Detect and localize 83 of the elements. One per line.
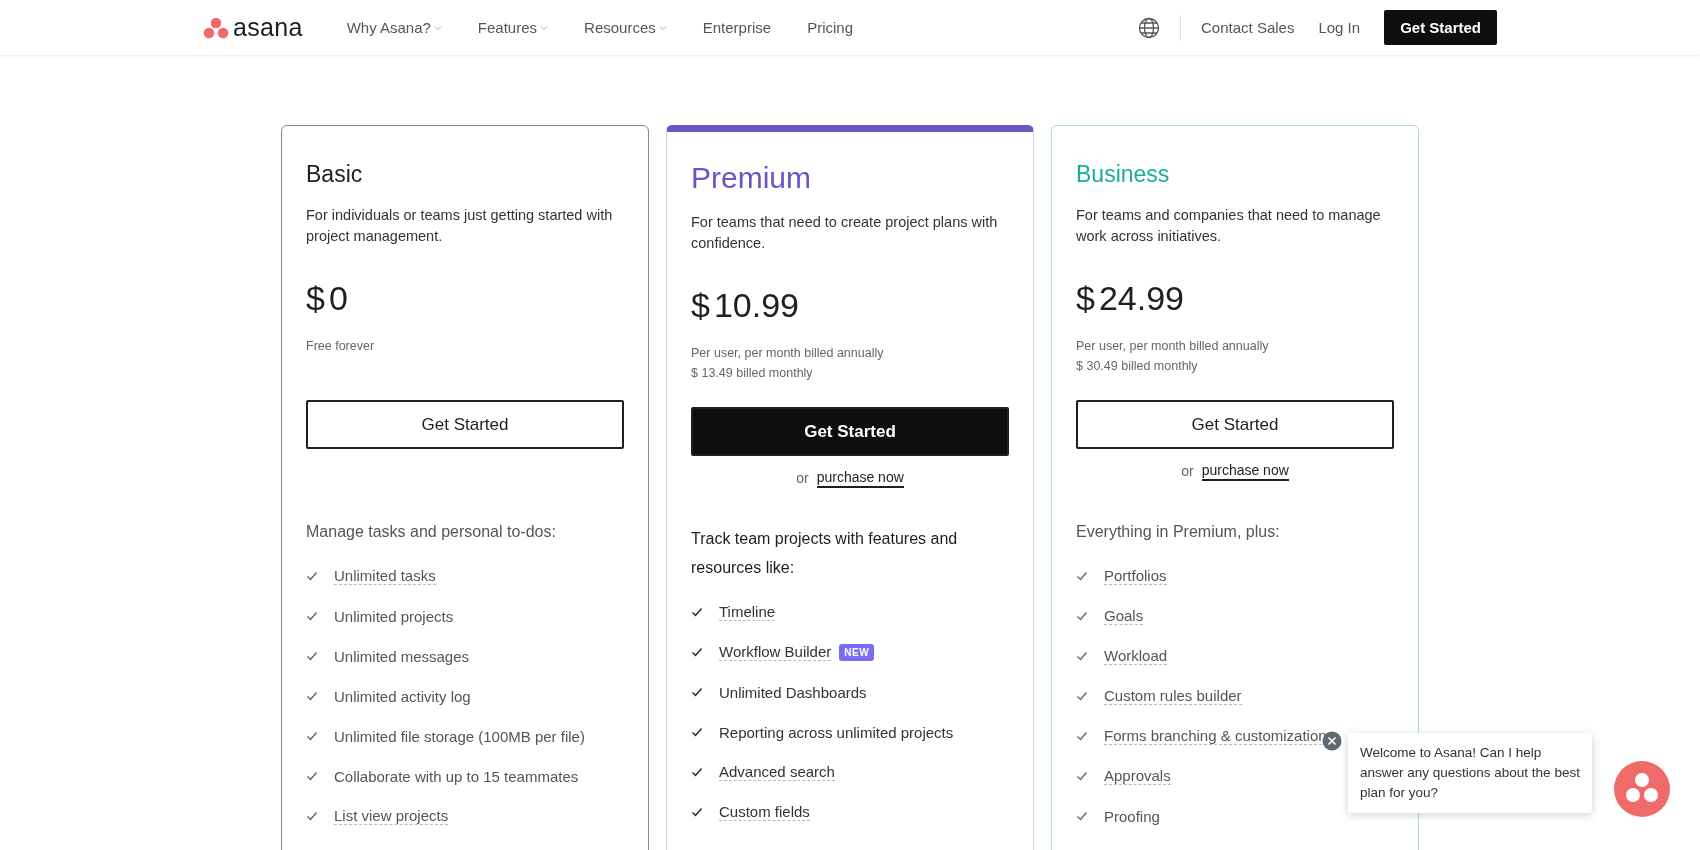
plan-description: For teams and companies that need to manage work across initiatives.	[1076, 206, 1382, 246]
feature-item[interactable]: Timeline	[719, 603, 776, 621]
check-icon	[691, 607, 703, 617]
logo-icon	[203, 16, 229, 39]
currency-symbol: $	[306, 279, 325, 318]
globe-icon[interactable]	[1138, 16, 1161, 39]
check-icon	[1076, 651, 1088, 661]
currency-symbol: $	[1076, 279, 1095, 318]
feature-item[interactable]: List view projects	[334, 807, 449, 825]
check-icon	[306, 691, 318, 701]
features-heading: Manage tasks and personal to-dos:	[306, 522, 557, 542]
logo-text[interactable]: asana	[233, 13, 303, 42]
header-link[interactable]: Log In	[1318, 19, 1361, 36]
feature-item[interactable]: Approvals	[1104, 767, 1171, 785]
feature-item[interactable]: Custom rules builder	[1104, 687, 1242, 705]
purchase-now-link[interactable]: purchase now	[816, 468, 904, 488]
feature-item: Unlimited projects	[334, 607, 454, 625]
feature-item: Unlimited messages	[334, 647, 470, 665]
chat-launcher-icon[interactable]	[1612, 759, 1672, 819]
caret-icon	[658, 24, 667, 31]
feature-item[interactable]: Portfolios	[1104, 567, 1167, 585]
plan-description: For teams that need to create project plans with confidence.	[691, 213, 999, 253]
get-started-button[interactable]: Get Started	[691, 407, 1009, 456]
feature-item[interactable]: Workflow Builder	[719, 643, 832, 661]
get-started-button[interactable]: Get Started	[1384, 10, 1497, 45]
plan-title: Basic	[306, 161, 363, 187]
feature-item[interactable]: Unlimited tasks	[334, 567, 436, 585]
caret-icon	[540, 24, 549, 31]
check-icon	[306, 811, 318, 821]
chat-message: Welcome to Asana! Can I help answer any questions about the best plan for you?	[1348, 733, 1592, 813]
plan-price: 10.99	[713, 286, 799, 325]
feature-item: Unlimited Dashboards	[719, 683, 867, 701]
feature-item[interactable]: Custom fields	[719, 803, 810, 821]
check-icon	[691, 767, 703, 777]
check-icon	[306, 571, 318, 581]
feature-item: Reporting across unlimited projects	[719, 723, 954, 741]
check-icon	[1076, 571, 1088, 581]
check-icon	[1076, 771, 1088, 781]
features-heading: Track team projects with features and resources like:	[691, 529, 959, 578]
price-note: $ 13.49 billed monthly	[691, 365, 814, 382]
currency-symbol: $	[691, 286, 710, 325]
nav-item[interactable]: Resources	[584, 19, 667, 36]
feature-item[interactable]: Advanced search	[719, 763, 835, 781]
new-badge: NEW	[839, 643, 875, 661]
price-note: Free forever	[306, 338, 376, 355]
feature-item: Collaborate with up to 15 teammates	[334, 767, 579, 785]
check-icon	[691, 687, 703, 697]
plan-title: Business	[1076, 161, 1170, 187]
check-icon	[691, 647, 703, 657]
feature-item: Proofing	[1104, 807, 1160, 825]
get-started-button[interactable]: Get Started	[306, 400, 624, 449]
price-note: Per user, per month billed annually	[1076, 338, 1270, 355]
nav-item[interactable]: Pricing	[807, 19, 853, 36]
check-icon	[306, 731, 318, 741]
feature-item: Unlimited file storage (100MB per file)	[334, 727, 585, 745]
check-icon	[691, 727, 703, 737]
check-icon	[306, 771, 318, 781]
nav-item[interactable]: Enterprise	[702, 19, 772, 36]
feature-item[interactable]: Workload	[1104, 647, 1168, 665]
feature-item: Unlimited activity log	[334, 687, 471, 705]
features-heading: Everything in Premium, plus:	[1076, 522, 1281, 542]
purchase-now-link[interactable]: purchase now	[1201, 461, 1289, 481]
header-link[interactable]: Contact Sales	[1201, 19, 1295, 36]
or-text: or	[1181, 463, 1194, 479]
caret-icon	[433, 24, 442, 31]
plan-price: 24.99	[1098, 279, 1184, 318]
check-icon	[1076, 691, 1088, 701]
feature-item[interactable]: Goals	[1104, 607, 1144, 625]
check-icon	[1076, 731, 1088, 741]
check-icon	[306, 611, 318, 621]
plan-title: Premium	[691, 161, 811, 194]
plan-price: 0	[328, 279, 348, 318]
or-text: or	[796, 470, 809, 486]
price-note: Per user, per month billed annually	[691, 345, 885, 362]
plan-description: For individuals or teams just getting started with project management.	[306, 206, 614, 246]
nav-item[interactable]: Why Asana?	[346, 19, 442, 36]
check-icon	[691, 807, 703, 817]
nav-item[interactable]: Features	[477, 19, 549, 36]
price-note: $ 30.49 billed monthly	[1076, 358, 1199, 375]
get-started-button[interactable]: Get Started	[1076, 400, 1394, 449]
check-icon	[306, 651, 318, 661]
check-icon	[1076, 811, 1088, 821]
check-icon	[1076, 611, 1088, 621]
